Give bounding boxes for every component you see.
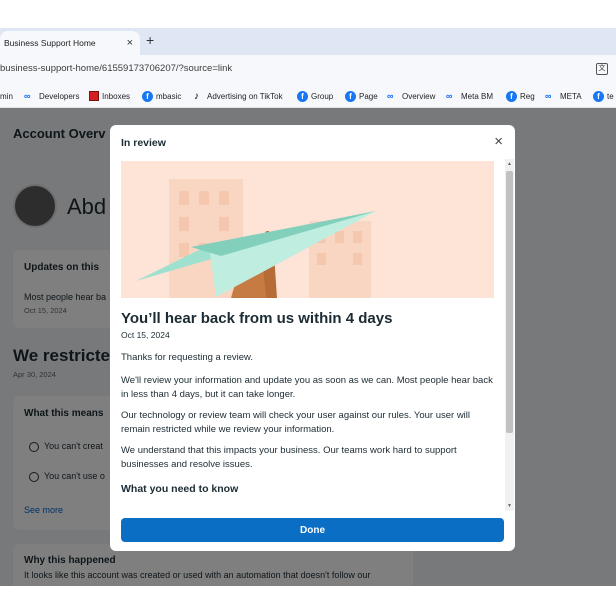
- bookmark-item[interactable]: f te: [593, 89, 614, 103]
- browser-tab[interactable]: Business Support Home ×: [0, 31, 140, 55]
- bookmark-item[interactable]: ♪ Advertising on TikTok: [194, 89, 283, 103]
- review-date: Oct 15, 2024: [121, 330, 170, 340]
- done-button[interactable]: Done: [121, 518, 504, 542]
- tab-strip: Business Support Home × +: [0, 28, 616, 55]
- inbox-icon: [89, 91, 99, 101]
- bookmark-label: Overview: [402, 91, 436, 101]
- facebook-icon: f: [297, 90, 308, 102]
- dialog-title: In review: [121, 137, 166, 149]
- tiktok-icon: ♪: [194, 90, 199, 102]
- address-bar[interactable]: business-support-home/61559173706207/?so…: [0, 55, 616, 84]
- bookmark-label: Advertising on TikTok: [207, 91, 283, 101]
- facebook-icon: f: [506, 90, 517, 102]
- paragraph-review-time: We'll review your information and update…: [121, 375, 493, 400]
- bookmark-label: Meta BM: [461, 91, 494, 101]
- tab-title: Business Support Home: [4, 38, 96, 48]
- close-tab-icon[interactable]: ×: [127, 36, 133, 50]
- bookmark-label: META: [560, 91, 582, 101]
- window-top-area: [0, 0, 616, 28]
- facebook-icon: f: [345, 90, 356, 102]
- bookmark-item[interactable]: ∞ Meta BM: [446, 89, 493, 103]
- bookmark-label: min: [0, 91, 13, 101]
- bookmark-label: Developers: [39, 91, 80, 101]
- dialog-scroll-area[interactable]: You’ll hear back from us within 4 days O…: [110, 159, 515, 511]
- bookmark-item[interactable]: min: [0, 89, 13, 103]
- url-text[interactable]: business-support-home/61559173706207/?so…: [0, 63, 232, 74]
- bookmark-label: mbasic: [156, 91, 182, 101]
- facebook-icon: f: [142, 90, 153, 102]
- bookmark-label: Page: [359, 91, 378, 101]
- bookmark-label: Inboxes: [102, 91, 131, 101]
- scroll-down-icon[interactable]: ▼: [507, 503, 512, 509]
- bookmark-label: te: [607, 91, 614, 101]
- bookmark-item[interactable]: ∞ META: [545, 89, 582, 103]
- bookmark-item[interactable]: f Reg: [506, 89, 535, 103]
- bookmark-item[interactable]: f Group: [297, 89, 333, 103]
- bookmark-item[interactable]: ∞ Overview: [387, 89, 435, 103]
- paragraph-review-team: Our technology or review team will check…: [121, 410, 471, 435]
- scrollbar-thumb[interactable]: [506, 171, 513, 433]
- paragraph-impact: We understand that this impacts your bus…: [121, 445, 457, 470]
- bookmark-label: Reg: [520, 91, 535, 101]
- in-review-dialog: In review × You’ll hear back from us wit…: [110, 125, 515, 551]
- bookmark-item[interactable]: f mbasic: [142, 89, 181, 103]
- paper-plane-illustration: [121, 161, 494, 298]
- meta-icon: ∞: [24, 91, 31, 101]
- meta-icon: ∞: [387, 91, 394, 101]
- facebook-icon: f: [593, 90, 604, 102]
- meta-icon: ∞: [446, 91, 453, 101]
- dialog-headline: You’ll hear back from us within 4 days: [121, 310, 393, 327]
- scroll-up-icon[interactable]: ▲: [507, 161, 512, 167]
- bookmark-label: Group: [311, 91, 334, 101]
- bookmark-item[interactable]: Inboxes: [89, 89, 130, 103]
- bookmark-item[interactable]: f Page: [345, 89, 378, 103]
- close-icon[interactable]: ×: [494, 134, 503, 150]
- what-you-need-to-know-heading: What you need to know: [121, 483, 239, 495]
- new-tab-icon[interactable]: +: [146, 32, 154, 48]
- paper-plane-icon: [136, 179, 376, 298]
- meta-icon: ∞: [545, 91, 552, 101]
- paragraph-thanks: Thanks for requesting a review.: [121, 352, 254, 363]
- translate-icon[interactable]: 文: [596, 63, 608, 75]
- dialog-scrollbar[interactable]: ▲ ▼: [505, 159, 514, 511]
- bookmarks-bar: min ∞ Developers Inboxes f mbasic ♪ Adve…: [0, 84, 616, 108]
- bookmark-item[interactable]: ∞ Developers: [24, 89, 79, 103]
